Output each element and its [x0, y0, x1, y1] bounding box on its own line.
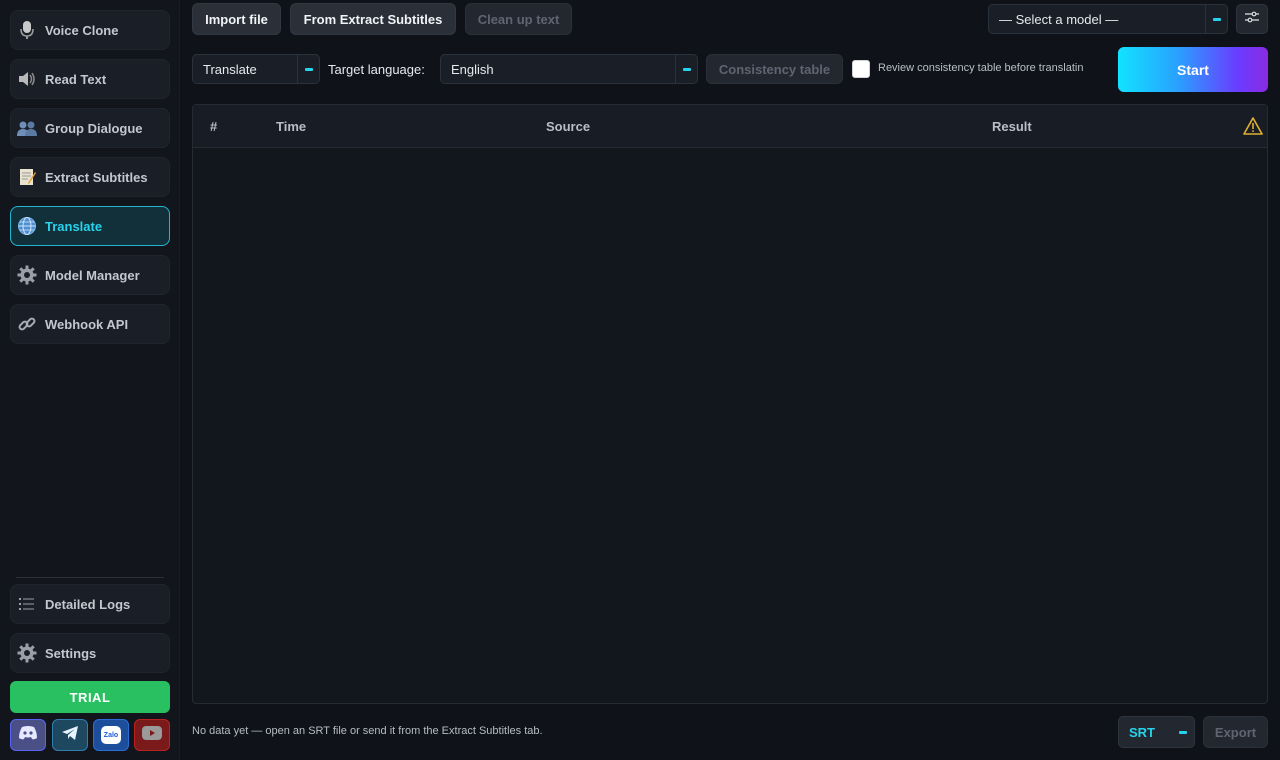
- column-result: Result: [992, 119, 1032, 134]
- trial-button[interactable]: TRIAL: [10, 681, 170, 713]
- sliders-icon: [1245, 10, 1259, 28]
- sidebar-item-detailed-logs[interactable]: Detailed Logs: [10, 584, 170, 624]
- sidebar-item-label: Group Dialogue: [45, 120, 143, 136]
- review-consistency-label: Review consistency table before translat…: [878, 62, 1084, 74]
- column-number: #: [210, 119, 218, 134]
- sidebar-item-label: Voice Clone: [45, 22, 119, 38]
- table-header: # Time Source Result: [193, 105, 1267, 148]
- start-button[interactable]: Start: [1118, 47, 1268, 92]
- export-button[interactable]: Export: [1203, 716, 1268, 748]
- telegram-icon: [61, 725, 79, 746]
- microphone-icon: [15, 18, 39, 42]
- youtube-button[interactable]: [134, 719, 170, 751]
- telegram-button[interactable]: [52, 719, 88, 751]
- sidebar-item-translate[interactable]: Translate: [10, 206, 170, 246]
- globe-icon: [15, 214, 39, 238]
- zalo-icon-text: Zalo: [103, 731, 119, 739]
- speaker-icon: [15, 67, 39, 91]
- sidebar-item-model-manager[interactable]: Model Manager: [10, 255, 170, 295]
- column-time: Time: [276, 119, 307, 134]
- sidebar-item-extract-subtitles[interactable]: Extract Subtitles: [10, 157, 170, 197]
- review-consistency-checkbox[interactable]: [852, 60, 870, 78]
- link-icon: [15, 312, 39, 336]
- chevron-down-icon: [675, 55, 697, 83]
- subtitle-table: # Time Source Result: [192, 104, 1268, 704]
- sidebar-item-label: Settings: [45, 645, 97, 661]
- discord-button[interactable]: [10, 719, 46, 751]
- format-select[interactable]: SRT: [1118, 716, 1195, 748]
- sidebar: Voice Clone Read Text Group Dialogue Ext…: [0, 0, 180, 760]
- consistency-table-button[interactable]: Consistency table: [706, 54, 843, 84]
- sidebar-item-label: Translate: [45, 218, 103, 234]
- clean-up-text-button[interactable]: Clean up text: [465, 3, 572, 35]
- memo-icon: [15, 165, 39, 189]
- mode-select[interactable]: Translate: [192, 54, 320, 84]
- warning-icon[interactable]: [1243, 117, 1263, 138]
- gear-icon: [15, 263, 39, 287]
- sidebar-item-label: Read Text: [45, 71, 107, 87]
- model-select-value: — Select a model —: [999, 11, 1119, 27]
- sidebar-item-label: Extract Subtitles: [45, 169, 148, 185]
- discord-icon: [18, 725, 38, 745]
- mode-select-value: Translate: [203, 61, 257, 77]
- sidebar-item-webhook-api[interactable]: Webhook API: [10, 304, 170, 344]
- target-language-select[interactable]: English: [440, 54, 698, 84]
- target-language-label: Target language:: [328, 62, 425, 77]
- youtube-icon: [142, 725, 162, 745]
- chevron-down-icon: [297, 55, 319, 83]
- sidebar-item-read-text[interactable]: Read Text: [10, 59, 170, 99]
- list-icon: [15, 592, 39, 616]
- column-source: Source: [546, 119, 591, 134]
- target-language-value: English: [451, 61, 494, 77]
- chevron-down-icon: [1172, 717, 1194, 747]
- sidebar-item-label: Detailed Logs: [45, 596, 131, 612]
- import-file-button[interactable]: Import file: [192, 3, 281, 35]
- sidebar-item-label: Model Manager: [45, 267, 140, 283]
- chevron-down-icon: [1205, 5, 1227, 33]
- model-select[interactable]: — Select a model —: [988, 4, 1228, 34]
- zalo-button[interactable]: Zalo: [93, 719, 129, 751]
- sidebar-item-settings[interactable]: Settings: [10, 633, 170, 673]
- zalo-icon: Zalo: [101, 726, 121, 744]
- format-select-value: SRT: [1129, 724, 1155, 740]
- status-text: No data yet — open an SRT file or send i…: [192, 725, 543, 737]
- sidebar-item-voice-clone[interactable]: Voice Clone: [10, 10, 170, 50]
- sidebar-item-label: Webhook API: [45, 316, 129, 332]
- sidebar-divider: [16, 577, 164, 578]
- users-icon: [15, 116, 39, 140]
- sidebar-item-group-dialogue[interactable]: Group Dialogue: [10, 108, 170, 148]
- from-extract-subtitles-button[interactable]: From Extract Subtitles: [290, 3, 456, 35]
- filter-settings-button[interactable]: [1236, 4, 1268, 34]
- gear-icon: [15, 641, 39, 665]
